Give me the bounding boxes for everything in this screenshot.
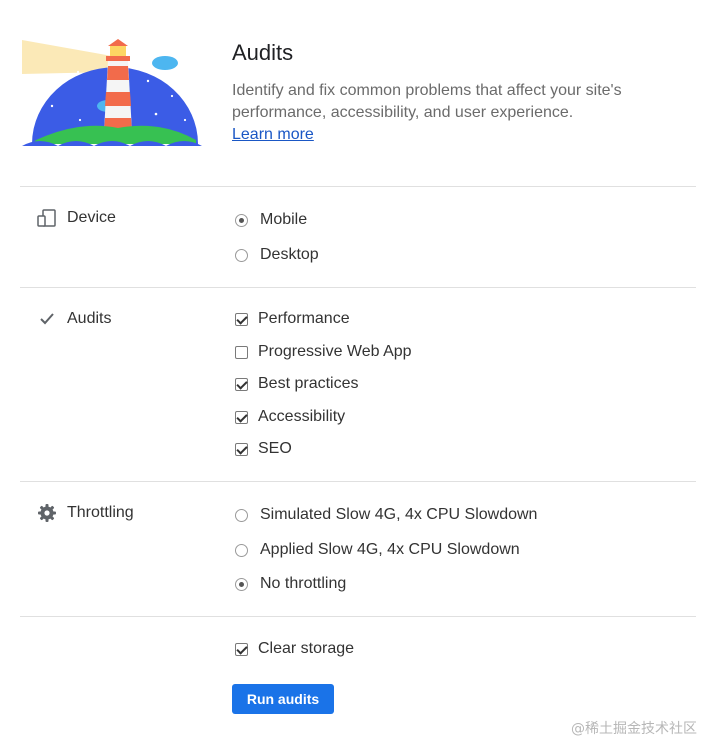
divider [20, 186, 696, 187]
simulated-radio[interactable] [235, 508, 248, 522]
audit-option-performance[interactable]: Performance [235, 310, 350, 328]
clear-storage-checkbox[interactable] [235, 642, 248, 656]
run-audits-button[interactable]: Run audits [232, 684, 334, 714]
section-throttling-label: Throttling [36, 502, 134, 524]
desktop-label: Desktop [260, 246, 319, 263]
simulated-label: Simulated Slow 4G, 4x CPU Slowdown [260, 506, 538, 523]
clear-storage-label: Clear storage [258, 640, 355, 657]
audit-option-seo[interactable]: SEO [235, 440, 292, 458]
watermark-text: @稀土掘金技术社区 [571, 721, 697, 737]
performance-label: Performance [258, 310, 350, 327]
divider [20, 616, 696, 617]
header-text: Audits Identify and fix common problems … [232, 40, 672, 146]
applied-label: Applied Slow 4G, 4x CPU Slowdown [260, 541, 520, 558]
seo-checkbox[interactable] [235, 442, 248, 456]
audit-option-pwa[interactable]: Progressive Web App [235, 343, 412, 361]
lighthouse-logo-icon [22, 39, 202, 146]
throttling-option-simulated[interactable]: Simulated Slow 4G, 4x CPU Slowdown [235, 506, 537, 524]
best-practices-checkbox[interactable] [235, 377, 248, 391]
throttling-option-none[interactable]: No throttling [235, 575, 346, 593]
accessibility-label: Accessibility [258, 408, 346, 425]
device-option-desktop[interactable]: Desktop [235, 246, 319, 264]
mobile-radio[interactable] [235, 213, 248, 227]
page-title: Audits [232, 40, 294, 65]
learn-more-link[interactable]: Learn more [232, 124, 314, 146]
device-icon [36, 207, 58, 229]
throttling-option-applied[interactable]: Applied Slow 4G, 4x CPU Slowdown [235, 541, 520, 559]
section-audits-label: Audits [36, 308, 111, 330]
accessibility-checkbox[interactable] [235, 410, 248, 424]
no-throttling-radio[interactable] [235, 577, 248, 591]
device-option-mobile[interactable]: Mobile [235, 211, 307, 229]
section-device-label: Device [36, 207, 116, 229]
pwa-label: Progressive Web App [258, 343, 412, 360]
applied-radio[interactable] [235, 543, 248, 557]
divider [20, 481, 696, 482]
pwa-checkbox[interactable] [235, 345, 248, 359]
gear-icon [36, 502, 58, 524]
audits-header: Audits Identify and fix common problems … [0, 0, 717, 186]
divider [20, 287, 696, 288]
audit-option-best-practices[interactable]: Best practices [235, 375, 358, 393]
audit-option-accessibility[interactable]: Accessibility [235, 408, 345, 426]
clear-storage-option[interactable]: Clear storage [235, 640, 354, 658]
throttling-label-text: Throttling [67, 504, 134, 521]
mobile-label: Mobile [260, 211, 308, 228]
audits-label-text: Audits [67, 310, 112, 327]
seo-label: SEO [258, 440, 292, 457]
checkmark-icon [36, 308, 58, 330]
page-description: Identify and fix common problems that af… [232, 82, 622, 121]
device-label-text: Device [67, 209, 116, 226]
no-throttling-label: No throttling [260, 575, 347, 592]
desktop-radio[interactable] [235, 248, 248, 262]
performance-checkbox[interactable] [235, 312, 248, 326]
best-practices-label: Best practices [258, 375, 359, 392]
